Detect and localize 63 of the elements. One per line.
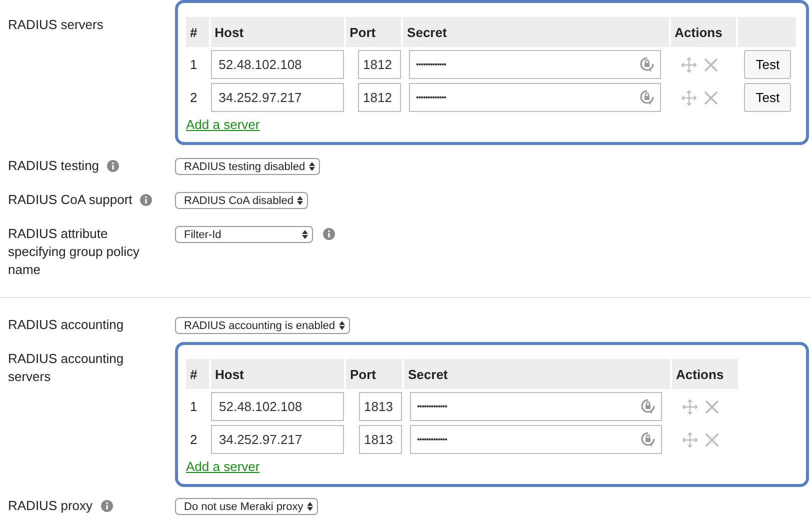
row-number: 2	[189, 432, 198, 447]
test-button[interactable]: Test	[744, 83, 792, 112]
add-server-link[interactable]: Add a server	[186, 459, 260, 474]
column-header: Actions	[672, 359, 738, 389]
column-header: Port	[346, 359, 402, 389]
secret-field[interactable]: •••••••••••••	[409, 50, 662, 79]
up-down-arrows-icon	[339, 321, 346, 330]
info-icon[interactable]	[140, 194, 152, 206]
move-icon[interactable]	[680, 56, 697, 72]
column-header: Port	[346, 17, 402, 47]
host-field[interactable]: 52.48.102.108	[210, 50, 344, 79]
field-label: RADIUS servers	[8, 16, 104, 34]
lock-refresh-icon[interactable]	[641, 432, 655, 448]
field-label: RADIUS accounting servers	[8, 350, 125, 386]
dropdown[interactable]: RADIUS CoA disabled	[175, 192, 308, 209]
add-server-link[interactable]: Add a server	[186, 117, 260, 132]
field-label: RADIUS testing	[8, 157, 100, 175]
delete-icon[interactable]	[704, 58, 718, 72]
move-icon[interactable]	[680, 90, 697, 106]
row-number: 1	[189, 399, 198, 414]
port-field[interactable]: 1813	[359, 425, 402, 454]
port-field[interactable]: 1813	[359, 392, 402, 421]
host-field[interactable]: 34.252.97.217	[211, 425, 344, 454]
column-header: Host	[210, 17, 344, 47]
port-field[interactable]: 1812	[358, 83, 402, 112]
up-down-arrows-icon	[302, 230, 308, 239]
up-down-arrows-icon	[307, 502, 314, 511]
move-icon[interactable]	[682, 398, 698, 414]
lock-refresh-icon[interactable]	[641, 398, 655, 414]
secret-field[interactable]: •••••••••••••	[410, 392, 662, 421]
lock-refresh-icon[interactable]	[640, 90, 654, 106]
column-header: #	[186, 359, 209, 389]
row-number: 1	[189, 57, 198, 72]
row-number: 2	[189, 90, 198, 105]
dropdown[interactable]: Filter-Id	[175, 226, 313, 243]
column-header: #	[186, 17, 209, 47]
info-icon[interactable]	[323, 228, 335, 240]
move-icon[interactable]	[682, 432, 698, 448]
port-field[interactable]: 1812	[358, 50, 402, 79]
up-down-arrows-icon	[297, 196, 304, 205]
delete-icon[interactable]	[705, 432, 719, 446]
dropdown[interactable]: Do not use Meraki proxy	[175, 498, 318, 515]
delete-icon[interactable]	[704, 90, 718, 104]
host-field[interactable]: 52.48.102.108	[211, 392, 344, 421]
dropdown[interactable]: RADIUS accounting is enabled	[175, 317, 350, 334]
column-header: Secret	[404, 359, 670, 389]
secret-field[interactable]: •••••••••••••	[410, 425, 662, 454]
field-label: RADIUS attribute specifying group policy name	[8, 225, 141, 279]
column-header: Actions	[670, 17, 736, 47]
field-label: RADIUS proxy	[8, 497, 93, 515]
field-label: RADIUS accounting	[8, 316, 124, 334]
host-field[interactable]: 34.252.97.217	[210, 83, 344, 112]
info-icon[interactable]	[107, 160, 120, 172]
test-button[interactable]: Test	[744, 50, 792, 79]
lock-refresh-icon[interactable]	[640, 56, 654, 72]
column-header: Host	[211, 359, 344, 389]
delete-icon[interactable]	[705, 400, 719, 414]
up-down-arrows-icon	[309, 162, 316, 171]
column-header: Secret	[403, 17, 669, 47]
info-icon[interactable]	[100, 500, 113, 512]
secret-field[interactable]: •••••••••••••	[409, 83, 662, 112]
dropdown[interactable]: RADIUS testing disabled	[175, 158, 320, 175]
field-label: RADIUS CoA support	[8, 191, 132, 209]
